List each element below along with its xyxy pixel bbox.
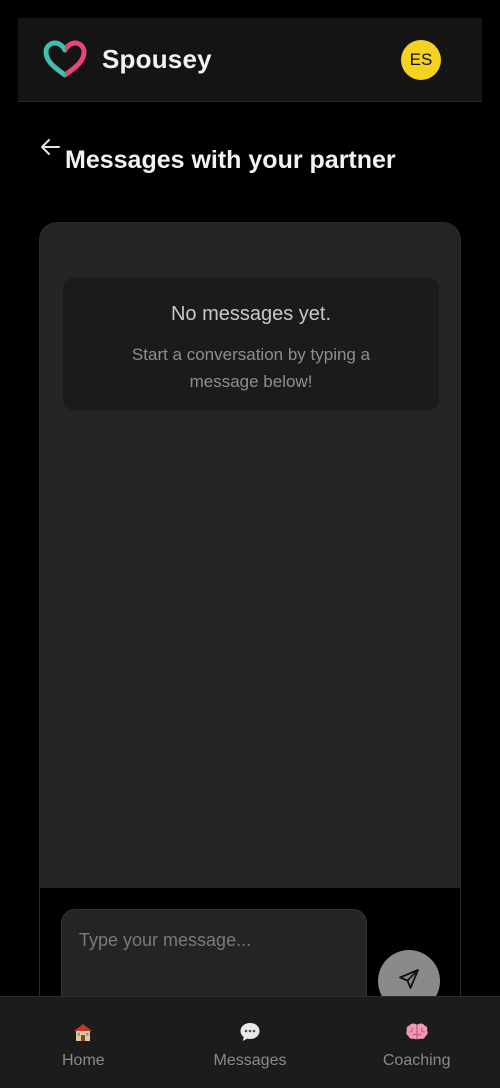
page-title: Messages with your partner [65, 146, 396, 174]
app-header: Spousey ES [18, 18, 482, 102]
nav-label-messages: Messages [213, 1052, 287, 1069]
nav-item-messages[interactable]: Messages [167, 997, 334, 1088]
nav-item-coaching[interactable]: Coaching [333, 997, 500, 1088]
nav-label-home: Home [61, 1052, 105, 1069]
empty-state-card: No messages yet. Start a conversation by… [63, 277, 439, 411]
nav-item-home[interactable]: Home [0, 997, 167, 1088]
heart-logo-icon[interactable] [42, 40, 88, 80]
brain-icon [333, 1019, 500, 1045]
avatar[interactable]: ES [401, 40, 441, 80]
speech-bubble-icon [167, 1019, 334, 1045]
bottom-nav: Home Messages Coaching [0, 996, 500, 1088]
chat-panel: No messages yet. Start a conversation by… [39, 222, 461, 1088]
paper-plane-icon [397, 967, 421, 996]
empty-state-title: No messages yet. [170, 303, 332, 325]
house-icon [0, 1019, 167, 1045]
avatar-initials: ES [409, 50, 433, 69]
arrow-left-icon[interactable] [38, 134, 64, 160]
brand-name: Spousey [102, 44, 212, 74]
page: Spousey ES Messages with your partner No… [0, 0, 500, 1088]
empty-state-subtitle: Start a conversation by typing a message… [131, 345, 371, 391]
nav-label-coaching: Coaching [382, 1052, 451, 1069]
